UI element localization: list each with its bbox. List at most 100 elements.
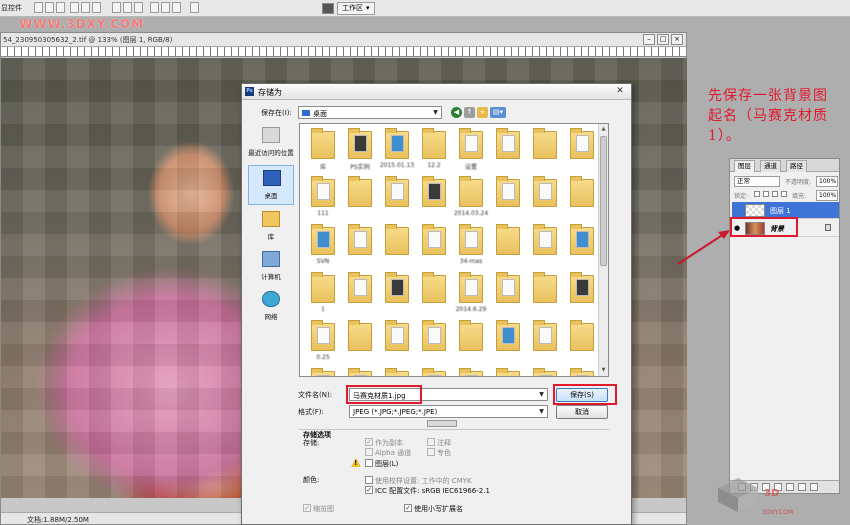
file-item[interactable] [417,224,451,274]
file-list[interactable]: 库 PS实例 2015.01.13 12.2 设置 111 2014.03.24 SVN 34-… [299,123,609,377]
file-item[interactable] [565,368,599,376]
file-item[interactable] [380,272,414,322]
file-item[interactable] [380,176,414,226]
scroll-down-icon[interactable]: ▼ [599,366,608,375]
close-icon[interactable]: ✕ [613,86,627,97]
file-item[interactable]: SVN [306,224,340,274]
up-folder-icon[interactable]: ↑ [464,107,475,118]
file-item[interactable] [491,368,525,376]
distribute-center-icon[interactable] [161,2,170,13]
file-item[interactable]: 12.2 [417,128,451,178]
fill-input[interactable]: 100% [816,190,838,201]
lock-image-icon[interactable] [763,191,769,197]
align-center-icon[interactable] [81,2,90,13]
file-item[interactable] [565,176,599,226]
distribute-right-icon[interactable] [172,2,181,13]
file-item[interactable] [528,224,562,274]
file-item[interactable]: 2014.03.24 [454,176,488,226]
file-item[interactable] [528,368,562,376]
view-menu-icon[interactable]: ▤▾ [490,107,506,118]
file-item[interactable] [380,320,414,370]
distribute-middle-icon[interactable] [123,2,132,13]
lock-all-icon[interactable] [781,191,787,197]
file-item[interactable]: 设置 [454,128,488,178]
layers-checkbox[interactable] [365,459,373,467]
maximize-icon[interactable]: □ [657,34,669,45]
file-item[interactable] [343,320,377,370]
auto-align-icon[interactable] [190,2,199,13]
workspace-dropdown[interactable]: 工作区 ▾ [337,1,375,15]
tab-paths[interactable]: 路径 [786,160,807,172]
place-computer[interactable]: 计算机 [248,247,294,287]
file-item[interactable]: 2014.6.29 [454,272,488,322]
lock-position-icon[interactable] [772,191,778,197]
file-item[interactable] [380,368,414,376]
file-item[interactable] [417,320,451,370]
file-item[interactable] [565,224,599,274]
thumbnail-checkbox[interactable]: ✓ [303,504,311,512]
distribute-top-icon[interactable] [112,2,121,13]
file-item[interactable] [417,176,451,226]
file-item[interactable] [343,224,377,274]
minimize-icon[interactable]: – [643,34,655,45]
cancel-button[interactable]: 取消 [556,405,608,419]
align-right-icon[interactable] [92,2,101,13]
align-bottom-icon[interactable] [56,2,65,13]
file-item[interactable]: 0.25 [306,320,340,370]
palette-well-icon[interactable] [322,2,334,14]
scroll-up-icon[interactable]: ▲ [599,125,608,134]
new-folder-icon[interactable]: + [477,107,488,118]
blend-mode-select[interactable]: 正常 [734,176,780,187]
align-middle-icon[interactable] [45,2,54,13]
file-item[interactable]: 34-mas [454,224,488,274]
proof-checkbox[interactable] [365,476,373,484]
notes-checkbox[interactable] [427,438,435,446]
file-item[interactable] [528,128,562,178]
file-item[interactable]: 2015.01.13 [380,128,414,178]
tab-channels[interactable]: 通道 [760,160,781,172]
file-item[interactable]: PS实例 [343,128,377,178]
lowercase-ext-checkbox[interactable]: ✓ [404,504,412,512]
file-item[interactable]: 库 [306,128,340,178]
file-item[interactable] [343,368,377,376]
file-item[interactable] [528,176,562,226]
place-network[interactable]: 网络 [248,287,294,327]
file-item[interactable] [528,320,562,370]
place-recent[interactable]: 最近访问的位置 [248,123,294,163]
file-item[interactable] [343,272,377,322]
alpha-checkbox[interactable] [365,448,373,456]
file-item[interactable] [528,272,562,322]
place-library[interactable]: 库 [248,207,294,247]
opacity-input[interactable]: 100% [816,176,838,187]
save-in-combo[interactable]: 桌面 ▼ [298,106,442,119]
back-icon[interactable]: ◀ [451,107,462,118]
file-item[interactable] [454,368,488,376]
file-item[interactable] [417,272,451,322]
file-item[interactable] [565,128,599,178]
as-copy-checkbox[interactable]: ✓ [365,438,373,446]
file-item[interactable]: 1 [306,272,340,322]
align-left-icon[interactable] [70,2,79,13]
file-item[interactable]: 111 [306,176,340,226]
align-top-icon[interactable] [34,2,43,13]
file-item[interactable] [454,320,488,370]
file-item[interactable] [306,368,340,376]
file-item[interactable] [417,368,451,376]
lock-transparent-icon[interactable] [754,191,760,197]
format-select[interactable]: JPEG (*.JPG;*.JPEG;*.JPE) ▼ [349,405,548,418]
visibility-off-icon[interactable] [734,206,743,214]
close-icon[interactable]: × [671,34,683,45]
file-item[interactable] [491,272,525,322]
file-item[interactable] [565,272,599,322]
file-item[interactable] [491,128,525,178]
file-item[interactable] [491,224,525,274]
file-item[interactable] [565,320,599,370]
file-item[interactable] [380,224,414,274]
spot-checkbox[interactable] [427,448,435,456]
file-item[interactable] [491,176,525,226]
scroll-thumb[interactable] [600,136,607,266]
distribute-left-icon[interactable] [150,2,159,13]
file-item[interactable] [491,320,525,370]
file-list-scrollbar[interactable]: ▲ ▼ [598,124,608,376]
icc-checkbox[interactable]: ✓ [365,486,373,494]
